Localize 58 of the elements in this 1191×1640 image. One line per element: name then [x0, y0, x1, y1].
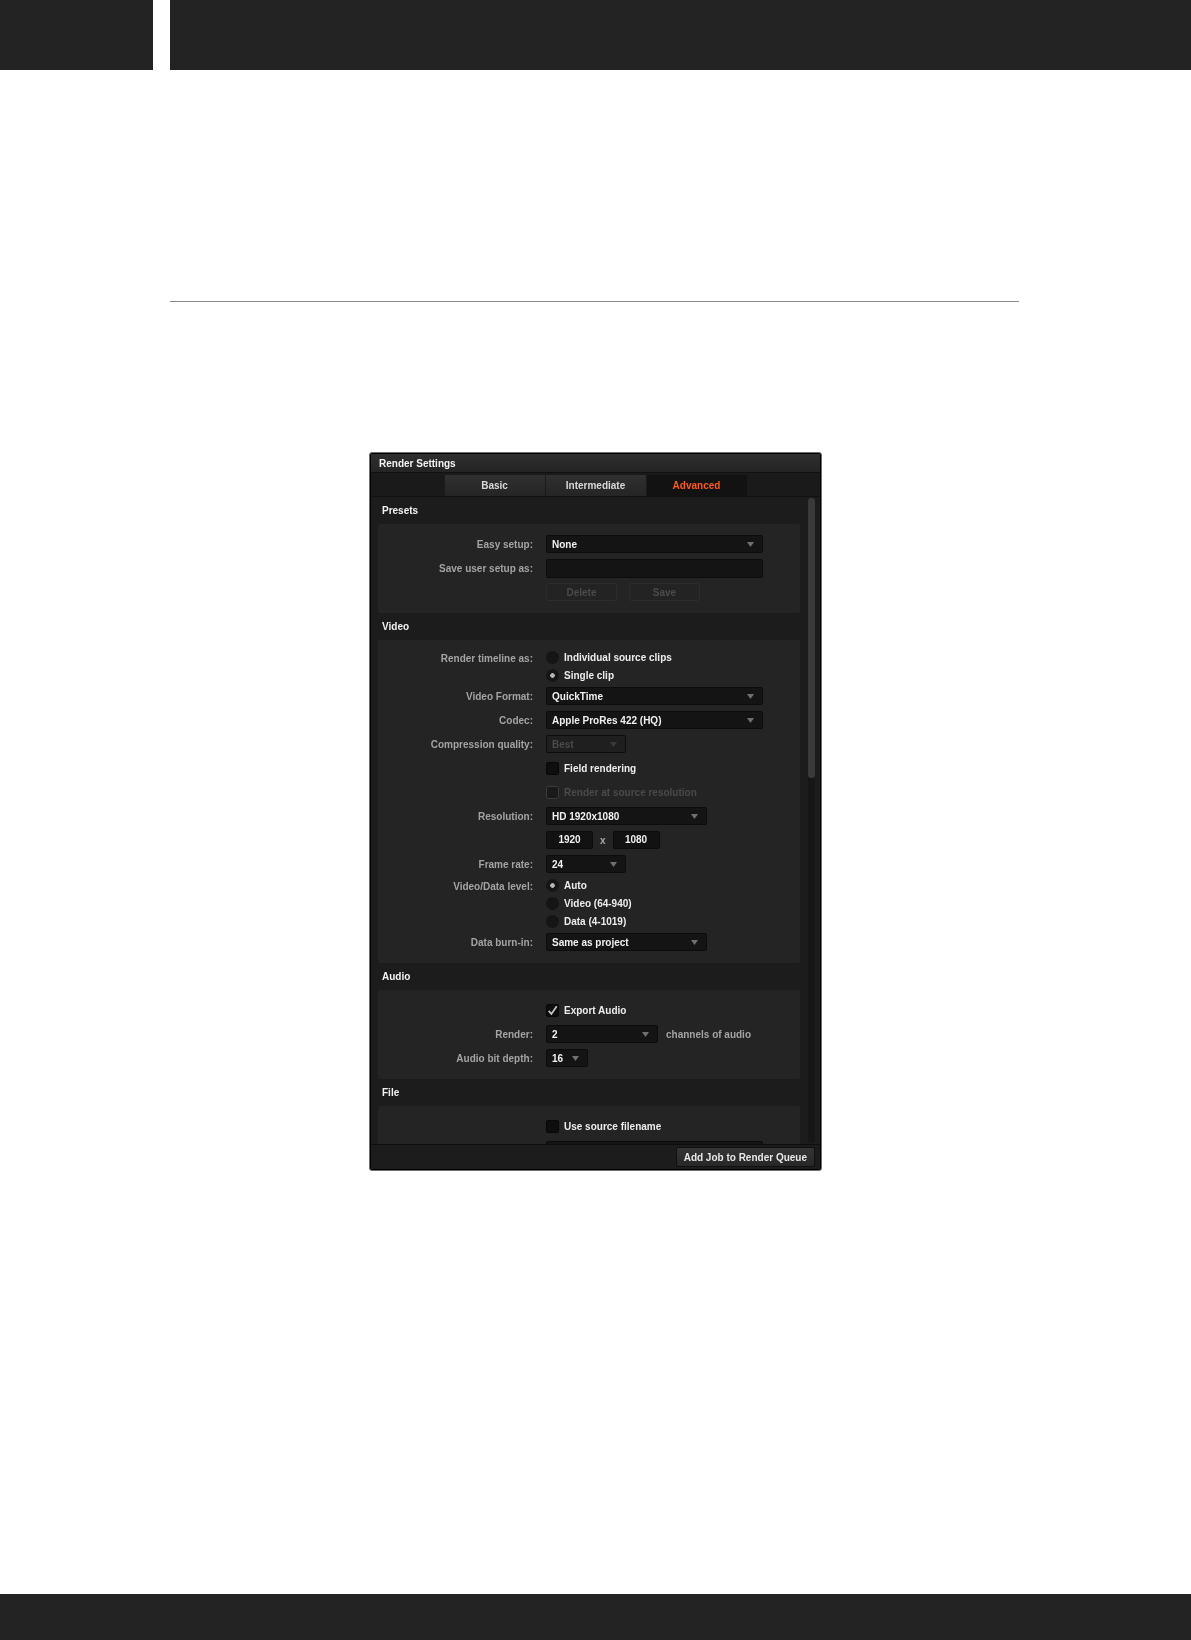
field-label: Render:	[495, 1029, 533, 1040]
checkbox[interactable]	[546, 1003, 559, 1017]
caret-icon	[572, 1055, 579, 1061]
field-label: Render timeline as:	[440, 653, 533, 664]
field-label: Video Format:	[465, 691, 533, 702]
option-label: Use source filename	[564, 1120, 662, 1132]
option-label: Field rendering	[564, 762, 637, 774]
dropdown[interactable]: 24	[546, 855, 626, 873]
dimension-separator: x	[600, 834, 606, 846]
radio-button[interactable]	[546, 668, 559, 682]
unit-label: channels of audio	[666, 1028, 751, 1040]
section-title: Video	[382, 621, 410, 632]
caret-icon	[747, 693, 754, 699]
option-label: Individual source clips	[564, 651, 672, 663]
text-field[interactable]	[546, 558, 763, 578]
dropdown[interactable]: Same as project	[546, 933, 707, 951]
option-label: Data (4-1019)	[564, 915, 627, 927]
input-field[interactable]: 1080	[612, 831, 660, 849]
caret-icon	[747, 541, 754, 547]
option-label: Video (64-940)	[564, 897, 632, 909]
tab[interactable]: Advanced	[646, 475, 747, 496]
checkbox[interactable]	[546, 1119, 559, 1133]
option-label: Export Audio	[564, 1004, 627, 1016]
section-title: File	[382, 1087, 400, 1098]
field-label: Codec:	[499, 715, 533, 726]
dropdown[interactable]: HD 1920x1080	[546, 807, 707, 825]
input-field[interactable]: 1920	[546, 831, 593, 849]
tab[interactable]: Intermediate	[545, 475, 646, 496]
dropdown[interactable]: None	[546, 535, 763, 553]
scrollbar-thumb[interactable]	[808, 498, 815, 778]
caret-icon	[610, 741, 617, 747]
caret-icon	[691, 939, 698, 945]
field-label: Resolution:	[478, 811, 533, 822]
caret-icon	[747, 717, 754, 723]
field-label: Easy setup:	[476, 539, 533, 550]
dropdown[interactable]: QuickTime	[546, 687, 763, 705]
caret-icon	[610, 861, 617, 867]
option-label: Single clip	[564, 669, 614, 681]
caret-icon	[642, 1031, 649, 1037]
add-job-button[interactable]: Add Job to Render Queue	[675, 1147, 815, 1167]
radio-button[interactable]	[546, 878, 559, 892]
section-title: Audio	[382, 971, 411, 982]
option-label: Auto	[564, 879, 587, 891]
window-title: Render Settings	[379, 457, 456, 469]
field-label: Data burn-in:	[470, 937, 533, 948]
checkmark-icon	[547, 1004, 558, 1016]
caret-icon	[691, 813, 698, 819]
field-label: Save user setup as:	[439, 563, 533, 574]
field-label: Audio bit depth:	[456, 1053, 533, 1064]
dropdown[interactable]: 2	[546, 1025, 658, 1043]
field-label: Video/Data level:	[453, 881, 533, 892]
dropdown[interactable]: Apple ProRes 422 (HQ)	[546, 711, 763, 729]
field-label: Frame rate:	[478, 859, 533, 870]
dropdown[interactable]: 16	[546, 1049, 588, 1067]
tab[interactable]: Basic	[444, 475, 545, 496]
section-title: Presets	[382, 505, 419, 516]
checkbox[interactable]	[546, 761, 559, 775]
field-label: Compression quality:	[430, 739, 533, 750]
